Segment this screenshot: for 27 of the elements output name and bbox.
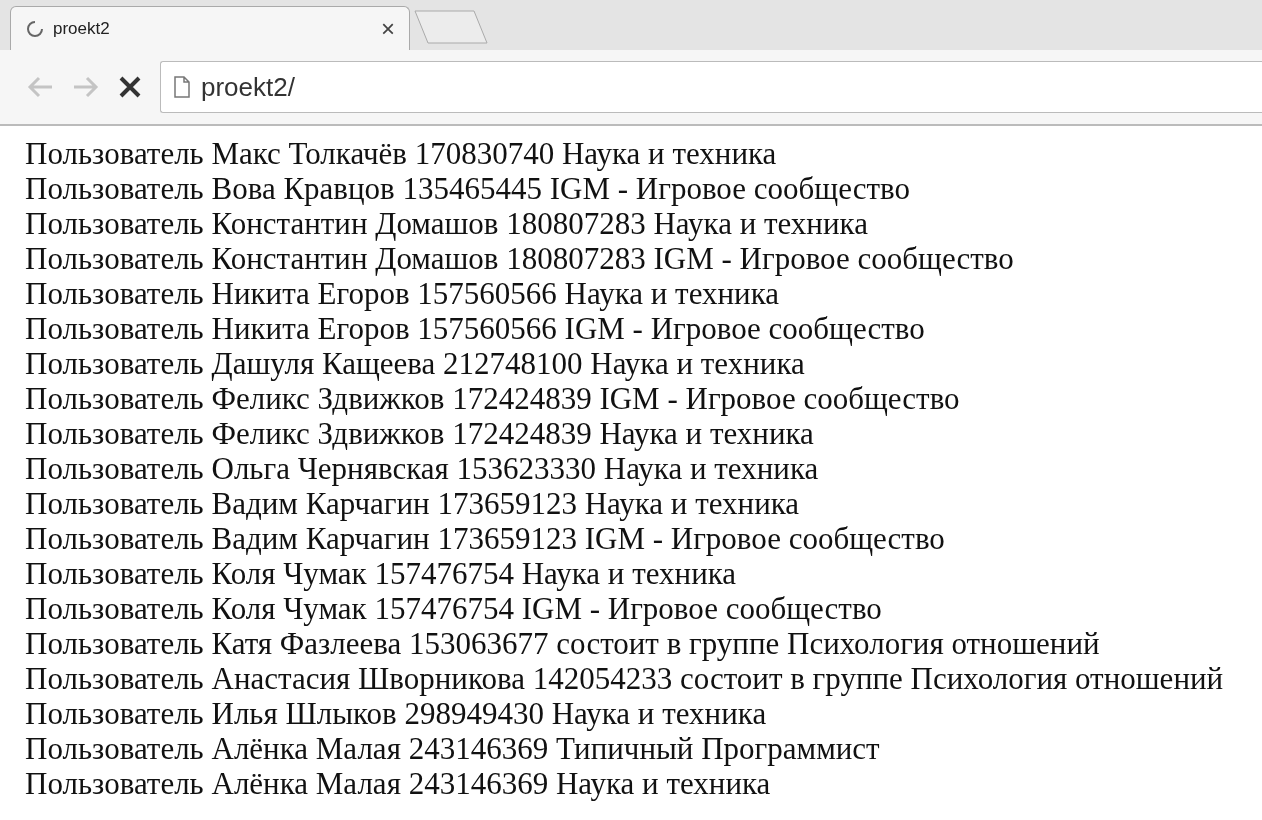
text-line: Пользователь Ольга Чернявская 153623330 Наука и техника — [25, 451, 820, 486]
text-line: Пользователь Константин Домашов 180807283 Наука и техника — [25, 206, 869, 241]
text-line: Пользователь Анастасия Шворникова 142054233 состоит в группе Психология отношений — [25, 661, 1225, 696]
text-line: Пользователь Катя Фазлеева 153063677 состоит в группе Психология отношений — [25, 626, 1101, 661]
text-line: Пользователь Феликс Здвижков 172424839 Наука и техника — [25, 416, 815, 451]
text-line: Пользователь Вадим Карчагин 173659123 Наука и техника — [25, 486, 801, 521]
address-bar[interactable]: proekt2/ — [160, 61, 1262, 113]
tab-close-button[interactable]: × — [381, 10, 395, 47]
text-line: Пользователь Дашуля Кащеева 212748100 Наука и техника — [25, 346, 806, 381]
text-line: Пользователь Коля Чумак 157476754 Наука и техника — [25, 556, 738, 591]
text-line: Пользователь Никита Егоров 157560566 Наука и техника — [25, 276, 781, 311]
page-icon — [173, 76, 191, 98]
text-line: Пользователь Вадим Карчагин 173659123 IGM - Игровое сообщество — [25, 521, 946, 556]
text-line: Пользователь Макс Толкачёв 170830740 Наука и техника — [25, 136, 778, 171]
address-text: proekt2/ — [201, 70, 295, 104]
text-line: Пользователь Феликс Здвижков 172424839 IGM - Игровое сообщество — [25, 381, 961, 416]
text-line: Пользователь Алёнка Малая 243146369 Типичный Программист — [25, 731, 881, 766]
browser-tab[interactable]: proekt2 × — [10, 6, 410, 50]
text-line: Пользователь Илья Шлыков 298949430 Наука и техника — [25, 696, 768, 731]
text-line: Пользователь Константин Домашов 180807283 IGM - Игровое сообщество — [25, 241, 1015, 276]
text-line: Пользователь Никита Егоров 157560566 IGM - Игровое сообщество — [25, 311, 926, 346]
stop-icon[interactable] — [118, 75, 142, 99]
text-line: Пользователь Вова Кравцов 135465445 IGM - Игровое сообщество — [25, 171, 911, 206]
tab-title: proekt2 — [53, 17, 111, 40]
text-line: Пользователь Алёнка Малая 243146369 Наука и техника — [25, 766, 772, 801]
text-line: Пользователь Коля Чумак 157476754 IGM - Игровое сообщество — [25, 591, 883, 626]
new-tab-button[interactable] — [414, 10, 488, 44]
